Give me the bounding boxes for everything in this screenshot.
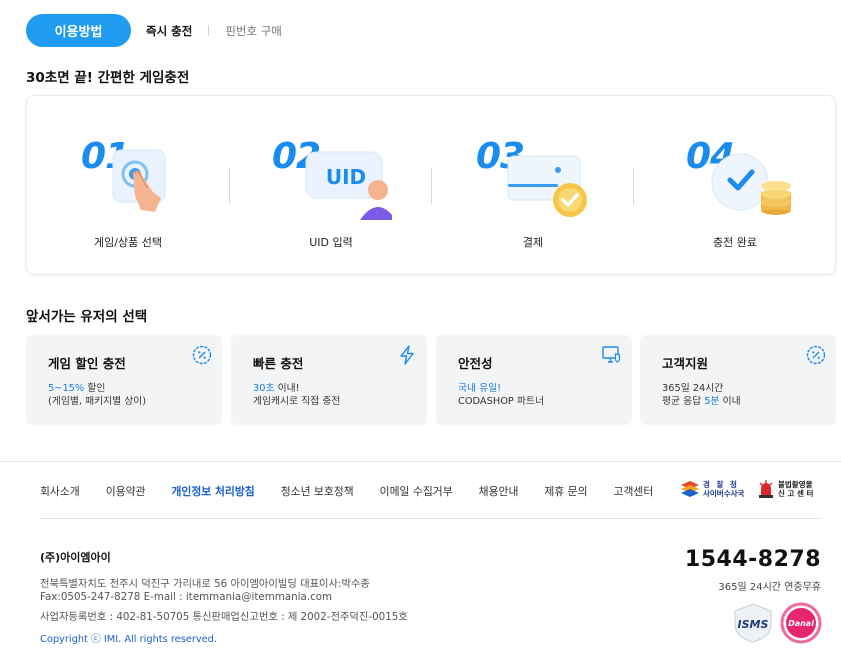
card-check-icon <box>507 155 587 217</box>
footer-divider-2 <box>40 518 821 519</box>
step-3: 03 결제 <box>432 96 634 274</box>
feature-card-support: 고객지원 365일 24시간 평균 응답 5분 이내 <box>640 335 836 425</box>
feature-line-1: 365일 24시간 <box>662 383 724 394</box>
feature-line-2: CODASHOP 파트너 <box>458 396 544 407</box>
copyright: Copyright ⓒ IMI. All rights reserved. <box>40 634 218 645</box>
feature-line-2: (게임별, 패키지별 상이) <box>48 396 147 407</box>
police-badge-top: 경 찰 청 <box>703 479 739 489</box>
siren-icon <box>759 480 773 498</box>
police-cyber-badge[interactable]: 경 찰 청 사이버수사국 <box>680 479 744 499</box>
step-label: UID 입력 <box>309 236 353 249</box>
company-name: (주)아이엠아이 <box>40 551 111 564</box>
feature-title: 안전성 <box>458 356 493 371</box>
tab-pin-purchase[interactable]: 핀번호 구매 <box>225 23 282 39</box>
touch-hand-icon <box>112 149 166 212</box>
customer-phone: 1544-8278 <box>684 547 821 572</box>
footer-link-support[interactable]: 고객센터 <box>614 483 654 499</box>
police-badge-bottom: 사이버수사국 <box>703 489 745 498</box>
step-label: 결제 <box>522 236 544 249</box>
feature-line-1: 국내 유일! <box>458 383 502 394</box>
discount-icon <box>806 345 826 365</box>
step-label: 게임/상품 선택 <box>94 236 162 249</box>
secure-monitor-icon <box>602 346 621 363</box>
svg-text:ISMS: ISMS <box>738 618 769 631</box>
danal-cert-icon: Danal <box>780 602 822 644</box>
feature-title: 게임 할인 충전 <box>48 356 126 371</box>
steps-card: 01 게임/상품 선택 02 UID UID 입력 03 결제 04 충전 완료 <box>26 95 836 275</box>
feature-card-fast: 빠른 충전 30초 이내! 게임캐시로 직접 충전 <box>231 335 427 425</box>
feature-title: 고객지원 <box>662 356 709 371</box>
footer-link-about[interactable]: 회사소개 <box>40 483 80 499</box>
company-contact: Fax:0505-247-8278 E-mail : itemmania@ite… <box>40 591 333 603</box>
feature-line-2: 평균 응답 5분 이내 <box>662 396 741 407</box>
features-title: 앞서가는 유저의 선택 <box>26 309 148 325</box>
tab-divider <box>208 25 210 36</box>
step-2: 02 UID UID 입력 <box>230 96 432 274</box>
feature-card-safety: 안전성 국내 유일! CODASHOP 파트너 <box>436 335 632 425</box>
customer-phone-hours: 365일 24시간 연중무휴 <box>718 582 821 593</box>
report-center-badge[interactable]: 불법촬영물 신 고 센 터 <box>758 479 813 499</box>
isms-cert-icon: ISMS <box>734 603 772 643</box>
step-4: 04 충전 완료 <box>634 96 836 274</box>
svg-text:Danal: Danal <box>788 619 814 628</box>
footer-divider <box>0 461 841 462</box>
police-logo-icon <box>681 481 699 497</box>
user-uid-icon: UID <box>305 151 392 220</box>
coin-check-icon <box>711 153 791 215</box>
step-1: 01 게임/상품 선택 <box>27 96 229 274</box>
footer-link-careers[interactable]: 채용안내 <box>479 483 519 499</box>
tab-instant-charge[interactable]: 즉시 충전 <box>146 23 192 39</box>
top-tabs: 이용방법 즉시 충전 핀번호 구매 <box>26 14 282 47</box>
steps-title: 30초면 끝! 간편한 게임충전 <box>26 70 190 86</box>
footer-nav: 회사소개 이용약관 개인정보 처리방침 청소년 보호정책 이메일 수집거부 채용… <box>40 483 679 499</box>
footer-link-youth[interactable]: 청소년 보호정책 <box>281 483 354 499</box>
feature-line-1: 30초 이내! <box>253 383 300 394</box>
feature-line-1: 5~15% 할인 <box>48 383 106 394</box>
lightning-icon <box>400 345 414 365</box>
tab-usage[interactable]: 이용방법 <box>26 14 131 47</box>
footer-link-email-refuse[interactable]: 이메일 수집거부 <box>380 483 453 499</box>
company-registration: 사업자등록번호 : 402-81-50705 통신판매업신고번호 : 제 200… <box>40 611 408 623</box>
report-badge-bottom: 신 고 센 터 <box>778 489 814 498</box>
discount-icon <box>192 345 212 365</box>
feature-line-2: 게임캐시로 직접 충전 <box>253 396 341 407</box>
footer-link-partnership[interactable]: 제휴 문의 <box>544 483 587 499</box>
footer-link-terms[interactable]: 이용약관 <box>106 483 146 499</box>
step-label: 충전 완료 <box>713 236 757 249</box>
company-address: 전북특별자치도 전주시 덕진구 가리내로 56 아이엠아이빌딩 대표이사:박수종 <box>40 578 370 590</box>
feature-card-discount: 게임 할인 충전 5~15% 할인 (게임별, 패키지별 상이) <box>26 335 222 425</box>
report-badge-top: 불법촬영물 <box>778 479 813 489</box>
svg-text:UID: UID <box>326 165 366 189</box>
footer-link-privacy[interactable]: 개인정보 처리방침 <box>171 483 254 499</box>
feature-title: 빠른 충전 <box>253 356 304 371</box>
